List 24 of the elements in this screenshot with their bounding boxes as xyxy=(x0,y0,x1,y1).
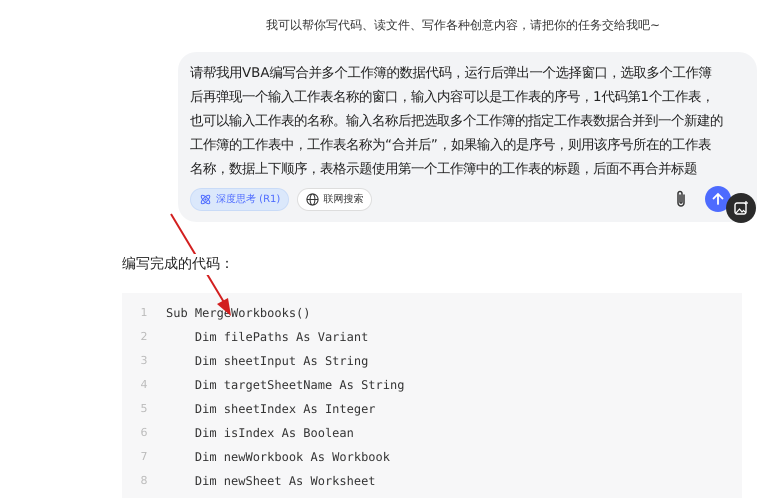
code-line: Dim isIndex As Boolean xyxy=(194,425,354,442)
line-number: 5 xyxy=(140,400,148,417)
greeting-text: 我可以帮你写代码、读文件、写作各种创意内容，请把你的任务交给我吧~ xyxy=(265,17,662,34)
code-line: Sub MergeWorkbooks() xyxy=(166,305,310,322)
code-line: Dim sheetInput As String xyxy=(194,353,368,370)
code-line: Dim newWorkbook As Workbook xyxy=(194,449,390,466)
code-line: Dim filePaths As Variant xyxy=(194,329,368,346)
atom-icon xyxy=(199,192,212,206)
line-number: 4 xyxy=(140,376,148,393)
send-button[interactable] xyxy=(705,186,731,212)
line-number: 8 xyxy=(140,472,148,489)
prompt-field[interactable]: 请帮我用VBA编写合并多个工作簿的数据代码，运行后弹出一个选择窗口，选取多个工作簿后再弹现一个输入工作表名称的窗口，输入内容可以是工作表的序号，1代码第1个工作表，也可以输入工作表的名称。输入名称后把选取多个工作簿的指定工作表数据合并到一个新建的工作簿的工作表中，工作表名称为“合并后”，如果输入的是序号，则用该序号所在的工作表名称，数据上下顺序，表格示题使用第一个工作簿中的工作表的标题，后面不再合并标题 深度思考 (R1) 联网搜索 xyxy=(178,52,757,222)
line-number: 6 xyxy=(140,424,148,441)
toggle-chip[interactable]: 联网搜索 xyxy=(297,188,372,210)
line-number: 2 xyxy=(140,328,148,345)
line-number: 7 xyxy=(140,448,148,465)
code-line: Dim targetSheetName As String xyxy=(194,377,404,394)
line-number: 1 xyxy=(140,304,148,321)
code-line: Dim sheetIndex As Integer xyxy=(194,401,376,418)
line-number: 3 xyxy=(140,352,148,369)
arrow-up-icon xyxy=(711,192,725,206)
image-add-icon xyxy=(733,200,749,216)
globe-icon xyxy=(306,192,320,206)
code-line: Dim newSheet As Worksheet xyxy=(194,473,376,490)
